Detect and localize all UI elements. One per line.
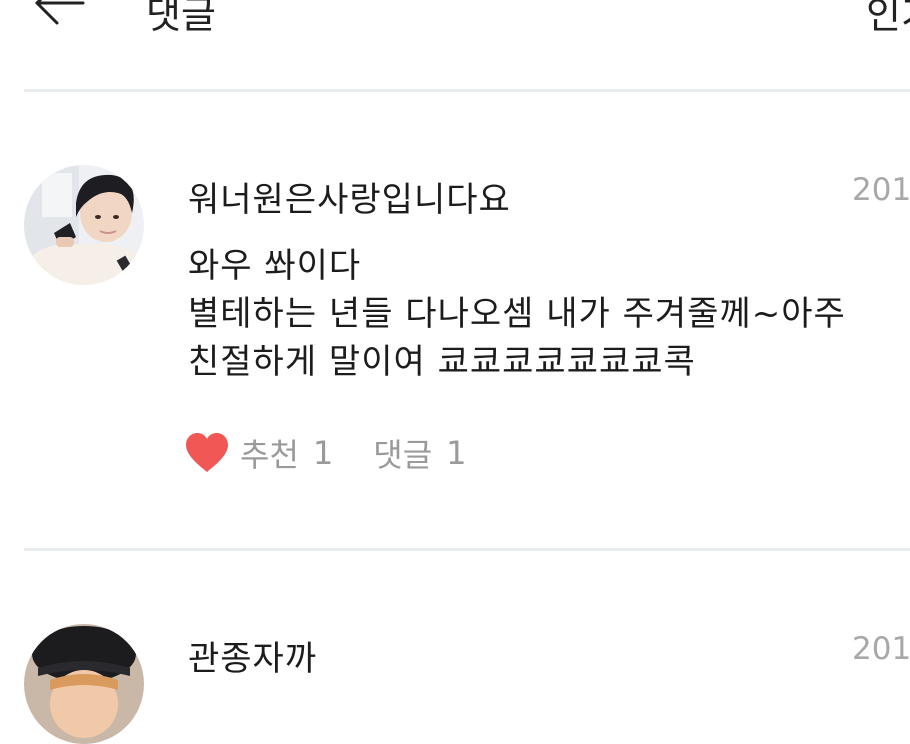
- comment-username[interactable]: 워너원은사랑입니다요: [188, 172, 511, 221]
- comment-body: 와우 쏴이다 별테하는 년들 다나오셈 내가 주겨줄께~아주 친절하게 말이여 …: [188, 246, 846, 382]
- recommend-label[interactable]: 추천: [240, 430, 299, 476]
- recommend-count: 1: [312, 434, 334, 472]
- user-photo: [24, 165, 144, 285]
- comment-date: 2018: [852, 631, 910, 667]
- comment-username[interactable]: 관종자까: [188, 631, 317, 680]
- comment-date: 2018: [852, 172, 910, 208]
- top-app-bar: 댓글 인기: [0, 0, 910, 92]
- back-arrow-icon: [35, 0, 85, 25]
- page-title: 댓글: [146, 0, 216, 37]
- reply-label[interactable]: 댓글: [373, 430, 432, 476]
- divider: [24, 89, 910, 92]
- divider: [24, 548, 910, 551]
- back-button[interactable]: [30, 0, 90, 28]
- comment-actions: 추천 1 댓글 1: [184, 430, 467, 476]
- avatar[interactable]: [24, 624, 144, 744]
- user-photo: [24, 624, 144, 744]
- heart-icon[interactable]: [184, 432, 230, 474]
- sort-popular-button[interactable]: 인기: [866, 0, 910, 39]
- reply-count: 1: [446, 434, 467, 472]
- avatar[interactable]: [24, 165, 144, 285]
